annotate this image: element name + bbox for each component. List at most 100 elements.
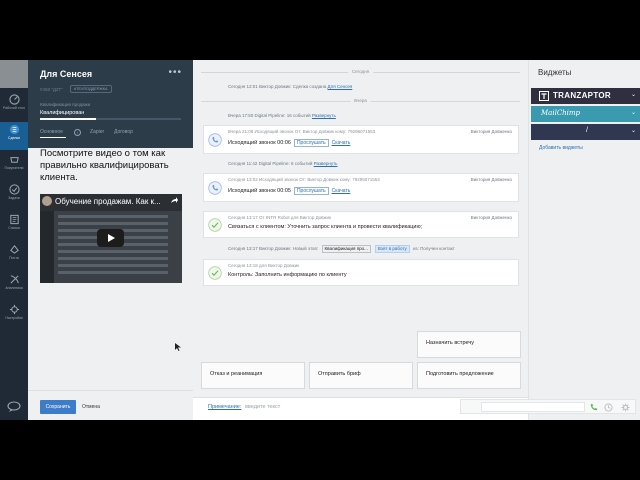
prepare-proposal-button[interactable]: Подготовить предложение: [417, 362, 521, 389]
lead-title[interactable]: Для Сенсея: [40, 69, 92, 79]
nav-label: Рабочий стол: [3, 106, 25, 110]
phone-call-icon: [208, 181, 222, 195]
tab-contract[interactable]: Договор: [114, 129, 133, 135]
listen-button[interactable]: Прослушать: [293, 187, 329, 195]
tab-main[interactable]: Основное: [40, 129, 63, 135]
nav-label: Списки: [8, 226, 20, 230]
nav-item-analytics[interactable]: Аналитика: [0, 272, 28, 300]
gear-icon[interactable]: [621, 403, 630, 412]
lead-tag[interactable]: #ТЕХПОДДЕРЖКА: [70, 85, 112, 93]
nav-label: Аналитика: [5, 286, 23, 290]
task-card: Сегодня 13:17 От INTR Robot для Виктор Д…: [203, 211, 519, 238]
widget-tranzaptor[interactable]: TRANZAPTOR ⌄: [531, 88, 640, 104]
deals-icon: [9, 124, 19, 135]
stage-change-note: Сегодня 13:17 Виктор Довжик: Новый этап:…: [228, 245, 455, 253]
nav-item-buyers[interactable]: Покупатели: [0, 152, 28, 180]
send-brief-button[interactable]: Отправить бриф: [309, 362, 413, 389]
info-icon[interactable]: i: [74, 129, 81, 136]
expand-link[interactable]: Развернуть: [312, 113, 336, 118]
schedule-meeting-label: Назначить встречу: [426, 340, 474, 346]
stage-select[interactable]: Квалифицирован: [40, 110, 84, 116]
cancel-button[interactable]: Отмена: [82, 400, 100, 414]
dashboard-icon: [8, 94, 20, 105]
phone-number-input[interactable]: [481, 402, 585, 412]
task-card: Сегодня 13:18 для Виктор Довжик Контроль…: [203, 259, 519, 286]
system-note: Сегодня 11:42 Digital Pipeline: 6 событи…: [228, 161, 338, 166]
share-icon[interactable]: [170, 197, 178, 205]
system-note: Вчера 17:50 Digital Pipeline: 16 событий…: [228, 113, 336, 118]
widgets-title: Виджеты: [538, 68, 572, 77]
chevron-down-icon[interactable]: ⌄: [631, 109, 636, 116]
expand-link[interactable]: Развернуть: [314, 161, 338, 166]
nav-item-lists[interactable]: Списки: [0, 212, 28, 240]
date-separator-label: Вчера: [350, 97, 371, 105]
new-stage-badge: Взят в работу: [374, 245, 410, 253]
schedule-meeting-button[interactable]: Назначить встречу: [417, 331, 521, 358]
listen-button[interactable]: Прослушать: [293, 139, 329, 147]
nav-item-dashboard[interactable]: Рабочий стол: [0, 92, 28, 120]
phone-icon[interactable]: [589, 403, 598, 412]
nav-item-tasks[interactable]: Задачи: [0, 182, 28, 210]
widgets-panel: Виджеты TRANZAPTOR ⌄ MailChimp ⌄ / ⌄ Доб…: [528, 60, 640, 420]
crm-window: Рабочий стол Сделки Покупатели Задачи Сп…: [0, 60, 640, 420]
note-text: Сегодня 12:01 Виктор Довжик: Сделка созд…: [228, 84, 328, 89]
chat-icon[interactable]: [7, 401, 21, 412]
nav-label: Сделки: [8, 136, 20, 140]
settings-icon: [9, 304, 19, 315]
stage-progress: [40, 118, 181, 120]
video-title[interactable]: Обучение продажам. Как к...: [55, 197, 175, 206]
call-summary-text: Исходящий звонок 00:05: [228, 188, 291, 194]
download-link[interactable]: Скачать: [332, 188, 351, 194]
widget-name: MailChimp: [541, 109, 581, 117]
nav-item-mail[interactable]: Почта: [0, 242, 28, 270]
play-icon[interactable]: [97, 229, 124, 247]
tasks-icon: [8, 184, 20, 195]
tab-zapier[interactable]: Zapier: [90, 129, 104, 135]
main-nav: Рабочий стол Сделки Покупатели Задачи Сп…: [0, 60, 28, 420]
more-menu-icon[interactable]: •••: [168, 67, 182, 78]
task-meta: Сегодня 13:17 От INTR Robot для Виктор Д…: [228, 215, 331, 220]
date-separator: Вчера: [193, 97, 528, 105]
task-author: Виктория Довженко: [470, 215, 512, 220]
nav-item-deals[interactable]: Сделки: [0, 122, 28, 150]
phone-call-icon: [208, 133, 222, 147]
download-link[interactable]: Скачать: [332, 140, 351, 146]
buyers-icon: [9, 157, 19, 163]
refuse-reanimate-button[interactable]: Отказ и реанимация: [201, 362, 305, 389]
widget-mailchimp[interactable]: MailChimp ⌄: [531, 106, 640, 122]
refuse-label: Отказ и реанимация: [210, 371, 263, 377]
note-type-select[interactable]: Примечание:: [208, 404, 241, 410]
lead-link[interactable]: Для Сенсея: [328, 84, 353, 89]
chevron-down-icon[interactable]: ⌄: [631, 91, 636, 98]
nav-label: Почта: [9, 256, 19, 260]
lists-icon: [9, 214, 19, 225]
note-placeholder: введите текст: [245, 404, 281, 410]
user-avatar[interactable]: [0, 60, 28, 88]
active-tab-underline: [40, 137, 66, 138]
note-text: Сегодня 11:42 Digital Pipeline: 6 событи…: [228, 161, 314, 166]
task-done-icon[interactable]: [208, 266, 222, 280]
save-button[interactable]: Сохранить: [40, 400, 76, 414]
task-done-icon[interactable]: [208, 218, 222, 232]
video-player[interactable]: Обучение продажам. Как к...: [40, 194, 182, 283]
lead-header: Для Сенсея ••• #458 "Д2Т" #ТЕХПОДДЕРЖКА …: [28, 60, 193, 148]
channel-avatar: [42, 196, 52, 206]
chevron-down-icon[interactable]: ⌄: [631, 127, 636, 134]
add-widgets-link[interactable]: Добавить виджеты: [539, 145, 583, 151]
system-note: Сегодня 12:01 Виктор Довжик: Сделка созд…: [228, 84, 352, 89]
call-card: Сегодня 13:02 Исходящий звонок От: Викто…: [203, 173, 519, 202]
widget-name: /: [586, 127, 588, 134]
call-summary-text: Исходящий звонок 00:06: [228, 140, 291, 146]
call-card: Вчера 21:08 Исходящий звонок От: Виктор …: [203, 125, 519, 154]
date-separator: Сегодня: [193, 68, 528, 76]
activity-feed: Сегодня Сегодня 12:01 Виктор Довжик: Сде…: [193, 60, 528, 420]
history-icon[interactable]: [604, 403, 613, 412]
call-meta: Сегодня 13:02 Исходящий звонок От: Викто…: [228, 177, 380, 182]
call-author: Виктория Довженко: [470, 129, 512, 134]
tranzaptor-logo-icon: [539, 91, 549, 101]
analytics-icon: [9, 275, 19, 284]
call-summary: Исходящий звонок 00:06 Прослушать Скачать: [228, 139, 350, 147]
nav-item-settings[interactable]: Настройки: [0, 302, 28, 330]
widget-third[interactable]: / ⌄: [531, 124, 640, 140]
mouse-cursor-icon: [175, 343, 181, 351]
